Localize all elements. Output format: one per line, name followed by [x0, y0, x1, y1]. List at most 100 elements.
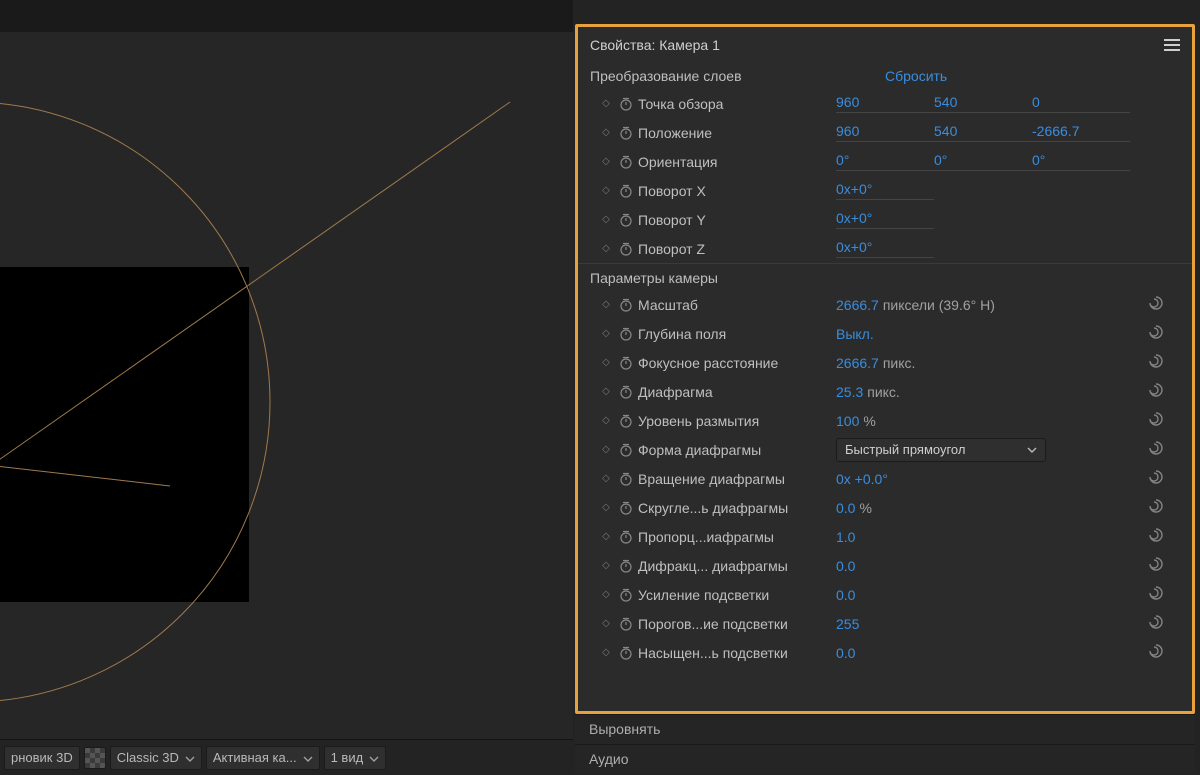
transform-row: ◇Поворот X0x+0°	[578, 176, 1192, 205]
viewport-area: рновик 3D Classic 3D Активная ка... 1 ви…	[0, 0, 573, 775]
value-field[interactable]: 0°	[934, 152, 1032, 171]
expression-swirl-icon[interactable]	[1148, 295, 1164, 314]
value-field[interactable]: -2666.7	[1032, 123, 1130, 142]
panel-menu-icon[interactable]	[1164, 39, 1180, 51]
stopwatch-icon[interactable]	[614, 617, 638, 631]
expression-swirl-icon[interactable]	[1148, 382, 1164, 401]
expression-swirl-icon[interactable]	[1148, 469, 1164, 488]
property-label: Положение	[638, 125, 836, 141]
stopwatch-icon[interactable]	[614, 559, 638, 573]
keyframe-diamond-icon[interactable]: ◇	[598, 444, 614, 455]
value-unit: %	[859, 500, 871, 516]
expression-swirl-icon[interactable]	[1148, 440, 1164, 459]
stopwatch-icon[interactable]	[614, 414, 638, 428]
stopwatch-icon[interactable]	[614, 443, 638, 457]
keyframe-diamond-icon[interactable]: ◇	[598, 328, 614, 339]
value-field[interactable]: 0.0	[836, 645, 855, 661]
keyframe-diamond-icon[interactable]: ◇	[598, 214, 614, 225]
views-dropdown[interactable]: 1 вид	[324, 746, 387, 770]
value-field[interactable]: 0.0	[836, 558, 855, 574]
stopwatch-icon[interactable]	[614, 327, 638, 341]
value-field[interactable]: 960	[836, 94, 934, 113]
audio-panel-tab[interactable]: Аудио	[575, 744, 1195, 774]
renderer-dropdown[interactable]: Classic 3D	[110, 746, 202, 770]
value-field[interactable]: 0.0	[836, 500, 855, 516]
stopwatch-icon[interactable]	[614, 501, 638, 515]
camera-option-row: ◇Вращение диафрагмы0x +0.0°	[578, 464, 1192, 493]
reset-button[interactable]: Сбросить	[885, 68, 1180, 85]
camera-option-row: ◇Глубина поляВыкл.	[578, 319, 1192, 348]
value-field[interactable]: 0x+0°	[836, 181, 934, 200]
stopwatch-icon[interactable]	[614, 356, 638, 370]
keyframe-diamond-icon[interactable]: ◇	[598, 243, 614, 254]
iris-shape-dropdown[interactable]: Быстрый прямоугол	[836, 438, 1046, 462]
stopwatch-icon[interactable]	[614, 646, 638, 660]
value-field[interactable]: 255	[836, 616, 859, 632]
value-unit: %	[863, 413, 875, 429]
keyframe-diamond-icon[interactable]: ◇	[598, 127, 614, 138]
stopwatch-icon[interactable]	[614, 530, 638, 544]
value-field[interactable]: Выкл.	[836, 326, 874, 342]
value-field[interactable]: 960	[836, 123, 934, 142]
stopwatch-icon[interactable]	[614, 97, 638, 111]
stopwatch-icon[interactable]	[614, 213, 638, 227]
keyframe-diamond-icon[interactable]: ◇	[598, 531, 614, 542]
value-field[interactable]: 540	[934, 94, 1032, 113]
expression-swirl-icon[interactable]	[1148, 324, 1164, 343]
value-field[interactable]: 0°	[836, 152, 934, 171]
stopwatch-icon[interactable]	[614, 588, 638, 602]
stopwatch-icon[interactable]	[614, 126, 638, 140]
keyframe-diamond-icon[interactable]: ◇	[598, 156, 614, 167]
keyframe-diamond-icon[interactable]: ◇	[598, 589, 614, 600]
value-field[interactable]: 100	[836, 413, 859, 429]
value-field[interactable]: 2666.7	[836, 355, 879, 371]
keyframe-diamond-icon[interactable]: ◇	[598, 502, 614, 513]
value-field[interactable]: 25.3	[836, 384, 863, 400]
value-field[interactable]: 0.0	[836, 587, 855, 603]
value-field[interactable]: 2666.7	[836, 297, 879, 313]
value-field[interactable]: 0x +0.0°	[836, 471, 888, 487]
keyframe-diamond-icon[interactable]: ◇	[598, 357, 614, 368]
expression-swirl-icon[interactable]	[1148, 643, 1164, 662]
keyframe-diamond-icon[interactable]: ◇	[598, 415, 614, 426]
draft3d-toggle[interactable]: рновик 3D	[4, 746, 80, 770]
active-camera-dropdown[interactable]: Активная ка...	[206, 746, 320, 770]
camera-option-row: ◇Порогов...ие подсветки255	[578, 609, 1192, 638]
expression-swirl-icon[interactable]	[1148, 498, 1164, 517]
value-field[interactable]: 0°	[1032, 152, 1130, 171]
expression-swirl-icon[interactable]	[1148, 585, 1164, 604]
expression-swirl-icon[interactable]	[1148, 527, 1164, 546]
value-field[interactable]: 540	[934, 123, 1032, 142]
transparency-grid-toggle[interactable]	[84, 747, 106, 769]
properties-panel-zone: Свойства: Камера 1 Преобразование слоев …	[573, 0, 1200, 775]
stopwatch-icon[interactable]	[614, 472, 638, 486]
keyframe-diamond-icon[interactable]: ◇	[598, 647, 614, 658]
property-label: Точка обзора	[638, 96, 836, 112]
viewport-canvas[interactable]	[0, 32, 573, 732]
keyframe-diamond-icon[interactable]: ◇	[598, 98, 614, 109]
keyframe-diamond-icon[interactable]: ◇	[598, 560, 614, 571]
expression-swirl-icon[interactable]	[1148, 556, 1164, 575]
keyframe-diamond-icon[interactable]: ◇	[598, 185, 614, 196]
value-unit: пиксели (39.6° H)	[883, 297, 995, 313]
keyframe-diamond-icon[interactable]: ◇	[598, 386, 614, 397]
value-field[interactable]: 0x+0°	[836, 239, 934, 258]
transform-row: ◇Ориентация0°0°0°	[578, 147, 1192, 176]
value-field[interactable]: 0	[1032, 94, 1130, 113]
align-panel-tab[interactable]: Выровнять	[575, 714, 1195, 744]
expression-swirl-icon[interactable]	[1148, 614, 1164, 633]
stopwatch-icon[interactable]	[614, 385, 638, 399]
viewport-footer: рновик 3D Classic 3D Активная ка... 1 ви…	[0, 739, 573, 775]
property-label: Диафрагма	[638, 384, 836, 400]
stopwatch-icon[interactable]	[614, 298, 638, 312]
keyframe-diamond-icon[interactable]: ◇	[598, 618, 614, 629]
stopwatch-icon[interactable]	[614, 184, 638, 198]
keyframe-diamond-icon[interactable]: ◇	[598, 473, 614, 484]
value-field[interactable]: 0x+0°	[836, 210, 934, 229]
stopwatch-icon[interactable]	[614, 242, 638, 256]
expression-swirl-icon[interactable]	[1148, 411, 1164, 430]
value-field[interactable]: 1.0	[836, 529, 855, 545]
stopwatch-icon[interactable]	[614, 155, 638, 169]
keyframe-diamond-icon[interactable]: ◇	[598, 299, 614, 310]
expression-swirl-icon[interactable]	[1148, 353, 1164, 372]
